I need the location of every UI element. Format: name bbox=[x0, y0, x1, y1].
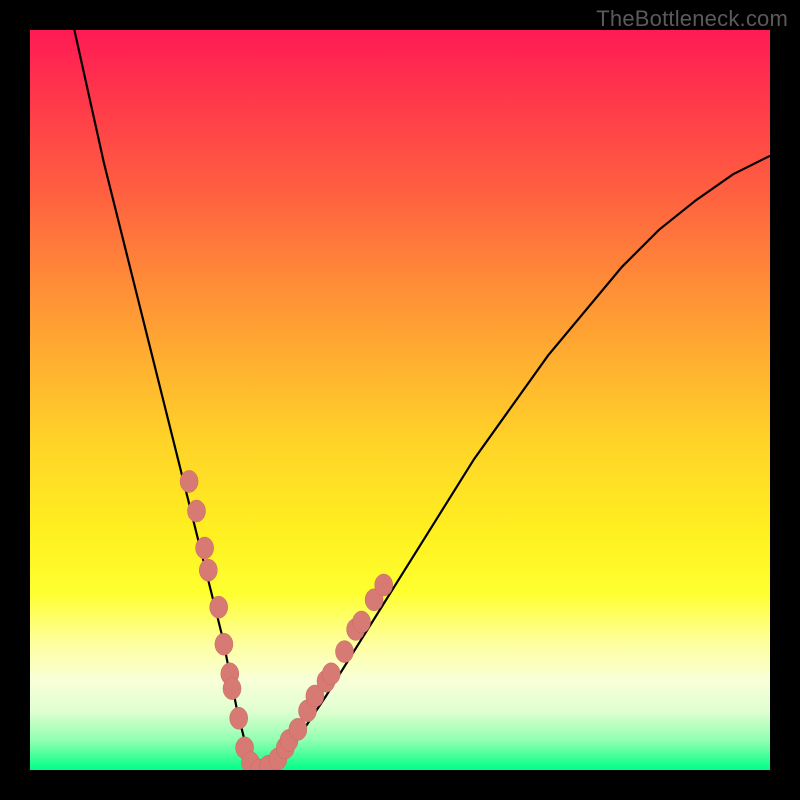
chart-svg bbox=[30, 30, 770, 770]
data-bead bbox=[322, 663, 340, 685]
data-beads-group bbox=[180, 470, 393, 770]
bottleneck-curve bbox=[74, 30, 770, 770]
data-bead bbox=[180, 470, 198, 492]
watermark-text: TheBottleneck.com bbox=[596, 6, 788, 32]
plot-area bbox=[30, 30, 770, 770]
data-bead bbox=[188, 500, 206, 522]
data-bead bbox=[353, 611, 371, 633]
data-bead bbox=[336, 641, 354, 663]
data-bead bbox=[230, 707, 248, 729]
data-bead bbox=[199, 559, 217, 581]
data-bead bbox=[289, 718, 307, 740]
data-bead bbox=[210, 596, 228, 618]
data-bead bbox=[375, 574, 393, 596]
data-bead bbox=[196, 537, 214, 559]
data-bead bbox=[215, 633, 233, 655]
data-bead bbox=[223, 678, 241, 700]
